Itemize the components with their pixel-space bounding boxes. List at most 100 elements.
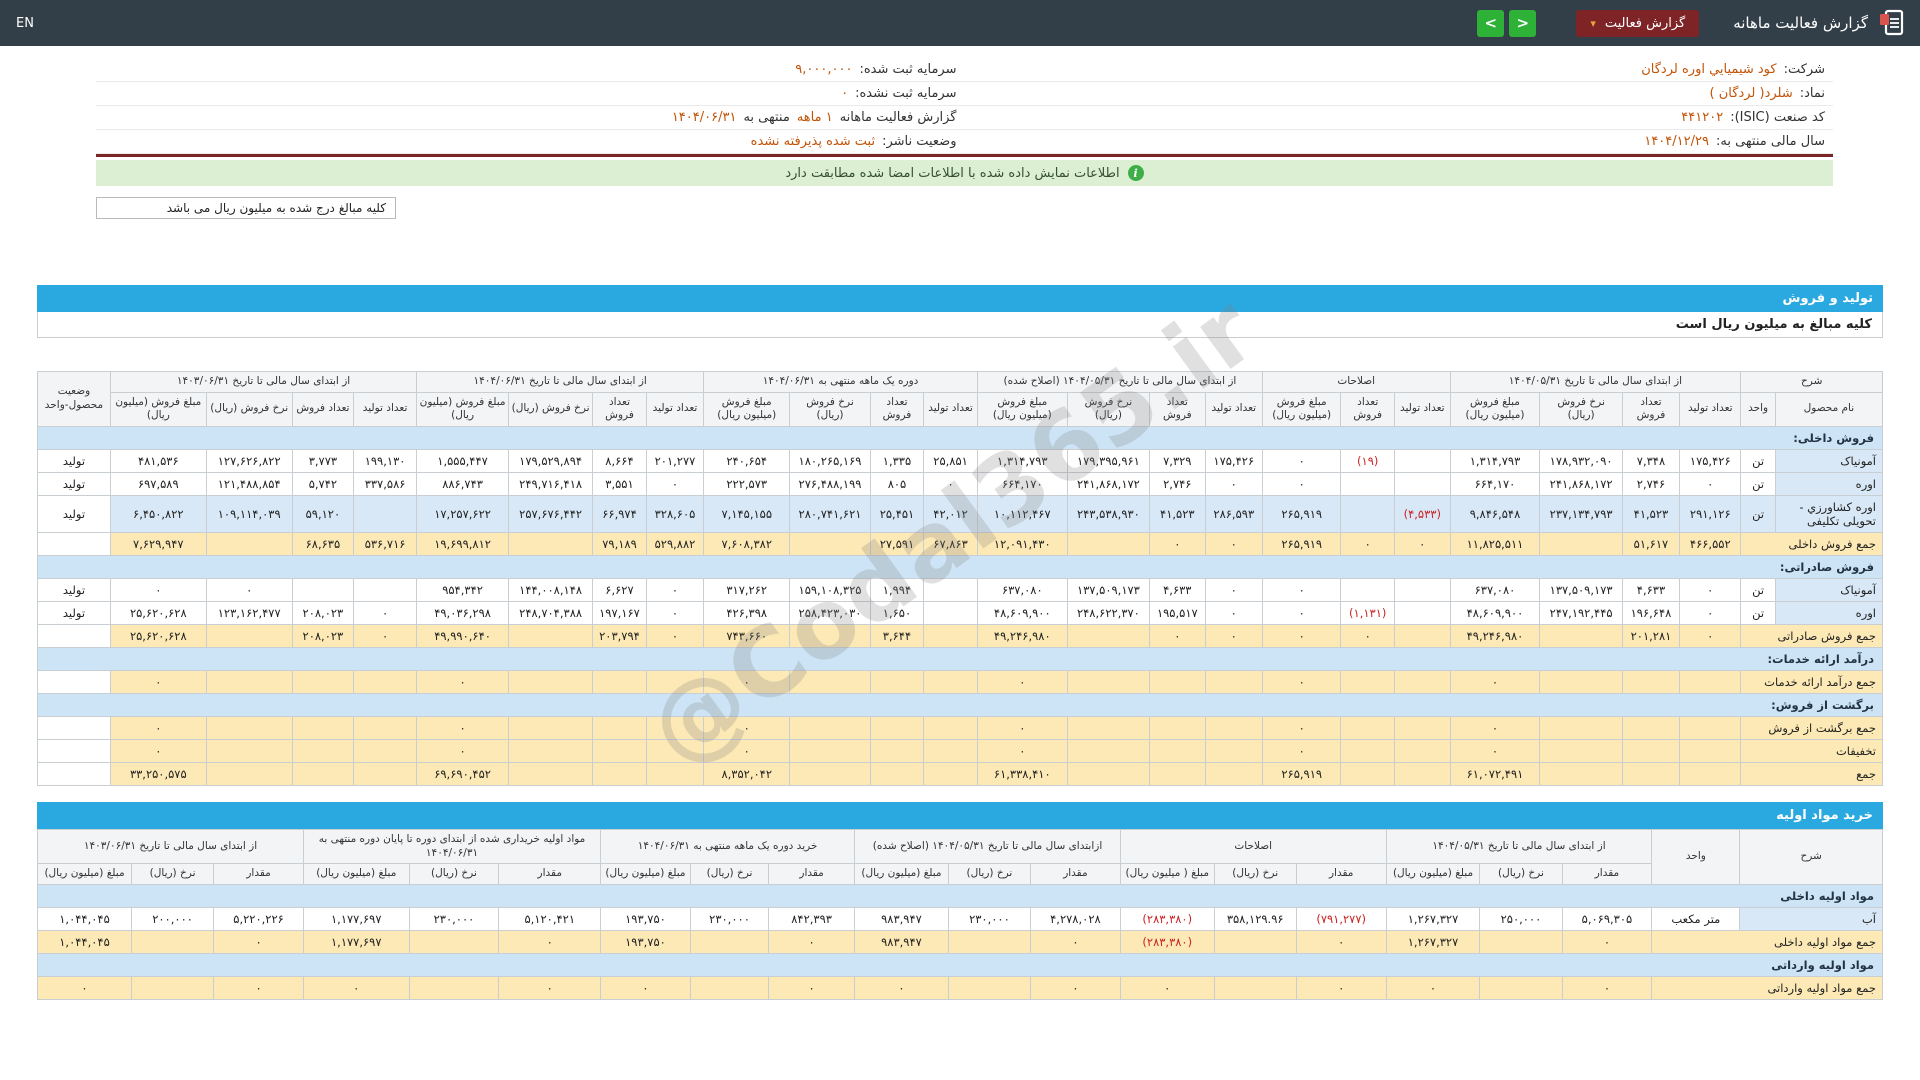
- value-cell: ۲۳۰,۰۰۰: [689, 906, 770, 931]
- value-cell: [291, 669, 355, 694]
- value-cell: ۲۴۰,۶۵۴: [703, 448, 791, 473]
- value-cell: ۱۸۰,۲۶۵,۱۶۹: [789, 448, 871, 473]
- value-cell: ۴۹,۲۴۶,۹۸۰: [1449, 623, 1541, 648]
- value-cell: [1204, 761, 1263, 786]
- unit-cell: تن: [1740, 448, 1776, 473]
- value-cell: ۱۴۴,۰۰۸,۱۴۸: [507, 577, 594, 602]
- report-type-button[interactable]: گزارش فعالیت ▾: [1576, 9, 1700, 37]
- total-row: جمع ۶۱,۰۷۲,۴۹۱ ۲۶۵,۹۱۹ ۶۱,۳۳۸,۴۱۰ ۸,۳۵۲,۰۴۲ ۶…: [37, 761, 1883, 786]
- field-value: ۴۴۱۲۰۲: [1681, 110, 1724, 125]
- value-cell: [645, 715, 705, 740]
- column-header: مبلغ فروش (میلیون ریال): [109, 391, 207, 427]
- product-name: اوره کشاورزي - تحویلی تکلیفی: [1774, 494, 1884, 533]
- field-label: سال مالی منتهی به:: [1715, 134, 1825, 149]
- value-cell: ۰: [352, 623, 418, 648]
- value-cell: ۹,۸۴۶,۵۴۸: [1449, 494, 1541, 533]
- status-cell: [37, 738, 111, 763]
- value-cell: ۲۴۱,۸۶۸,۱۷۲: [1539, 471, 1623, 496]
- row-label: جمع درآمد ارائه خدمات: [1740, 669, 1883, 694]
- value-cell: ۲۳۰,۰۰۰: [408, 906, 500, 931]
- value-cell: ۵۹,۱۲۰: [291, 494, 355, 533]
- data-row: آمونیاک تن ۱۷۵,۴۲۶ ۷,۳۴۸ ۱۷۸,۹۳۲,۰۹۰ ۱,۳۱۴,۷۹…: [37, 448, 1884, 473]
- value-cell: [645, 738, 705, 763]
- value-cell: ۴۹,۲۴۶,۹۸۰: [976, 623, 1068, 648]
- column-group-header: اصلاحات: [1119, 828, 1387, 865]
- column-header: تعداد تولید: [1204, 391, 1263, 427]
- value-cell: [1066, 531, 1151, 556]
- issuer-status-field: وضعیت ناشر: ثبت شده پذیرفته نشده: [96, 130, 965, 153]
- field-label: نماد:: [1799, 86, 1825, 101]
- info-row: کد صنعت (ISIC): ۴۴۱۲۰۲ گزارش فعالیت ماها…: [96, 106, 1833, 130]
- column-header: تعداد تولید: [645, 391, 705, 427]
- previous-report-button[interactable]: <: [1477, 9, 1505, 37]
- value-cell: [1479, 929, 1563, 954]
- value-cell: [507, 738, 594, 763]
- value-cell: [869, 738, 925, 763]
- value-cell: ۱۹۳,۷۵۰: [600, 906, 691, 931]
- value-cell: ۵۲۹,۸۸۲: [645, 531, 705, 556]
- value-cell: ۰: [1029, 975, 1121, 1000]
- value-cell: [352, 494, 418, 533]
- value-cell: [789, 738, 871, 763]
- language-toggle[interactable]: EN: [16, 16, 34, 31]
- total-row: جمع مواد اولیه داخلی ۰ ۱,۲۶۷,۳۲۷ ۰ (۲۸۳,۳۸۰)…: [36, 929, 1883, 954]
- info-divider: [96, 154, 1833, 157]
- value-cell: ۲۵۷,۶۷۶,۴۴۲: [507, 494, 594, 533]
- value-cell: ۶۶۴,۱۷۰: [1449, 471, 1541, 496]
- value-cell: [1213, 975, 1297, 1000]
- column-header: نرخ (ریال): [1213, 863, 1297, 885]
- unit-cell: تن: [1740, 600, 1776, 625]
- product-name: اوره: [1774, 471, 1884, 496]
- value-cell: ۰: [1295, 929, 1387, 954]
- value-cell: ۱,۹۹۴: [869, 577, 925, 602]
- company-info: شرکت: کود شیمیايي اوره لردگان سرمایه ثبت…: [96, 58, 1833, 157]
- field-value: ثبت شده پذیرفته نشده: [750, 134, 876, 149]
- value-cell: [205, 531, 293, 556]
- value-cell: ۳۲۸,۶۰۵: [645, 494, 705, 533]
- unit-cell: متر مکعب: [1651, 906, 1741, 931]
- symbol-field: نماد: شلرد( لردگان ): [965, 82, 1834, 105]
- column-group-header: دوره یک ماهه منتهی به ۱۴۰۴/۰۶/۳۱: [703, 371, 978, 393]
- status-cell: تولید: [37, 600, 111, 625]
- value-cell: ۰: [36, 975, 133, 1000]
- value-cell: ۷,۶۰۸,۳۸۲: [703, 531, 791, 556]
- value-cell: ۶۹۷,۵۸۹: [109, 471, 207, 496]
- value-cell: ۲۵۸,۴۲۳,۰۳۰: [789, 600, 871, 625]
- unregistered-capital-field: سرمایه ثبت نشده: ۰: [96, 82, 965, 105]
- column-header: مبلغ (میلیون ریال): [303, 863, 410, 885]
- value-cell: ۹۵۴,۳۴۲: [416, 577, 509, 602]
- status-cell: [37, 761, 111, 786]
- value-cell: [923, 577, 978, 602]
- value-cell: [789, 669, 871, 694]
- value-cell: ۰: [703, 669, 791, 694]
- column-header: واحد: [1651, 828, 1741, 885]
- value-cell: ۰: [205, 577, 293, 602]
- column-header: نرخ فروش (ریال): [205, 391, 293, 427]
- value-cell: [1066, 623, 1151, 648]
- column-header: مبلغ (میلیون ریال): [600, 863, 691, 885]
- value-cell: [1066, 761, 1151, 786]
- value-cell: ۲۰۱,۲۸۱: [1621, 623, 1681, 648]
- sales-note-text: کلیه مبالغ به میلیون ریال است: [1675, 317, 1872, 332]
- value-cell: ۱,۰۴۴,۰۴۵: [36, 929, 133, 954]
- value-cell: [1204, 738, 1263, 763]
- value-cell: ۰: [1204, 600, 1263, 625]
- info-icon: i: [1127, 165, 1144, 181]
- value-cell: ۲۳۰,۰۰۰: [947, 906, 1031, 931]
- column-header: نرخ فروش (ریال): [789, 391, 871, 427]
- value-cell: [507, 531, 594, 556]
- value-cell: ۳,۶۴۴: [869, 623, 925, 648]
- value-cell: [789, 715, 871, 740]
- next-report-button[interactable]: >: [1509, 9, 1537, 37]
- value-cell: ۱۷۸,۹۳۲,۰۹۰: [1539, 448, 1623, 473]
- column-header: مبلغ فروش (میلیون ریال): [976, 391, 1068, 427]
- value-cell: ۱,۶۵۰: [869, 600, 925, 625]
- unit-cell: تن: [1740, 471, 1776, 496]
- value-cell: ۵,۰۶۹,۳۰۵: [1561, 906, 1653, 931]
- value-cell: [592, 738, 647, 763]
- column-header: مبلغ فروش (میلیون ریال): [1261, 391, 1342, 427]
- value-cell: ۱۹۶,۶۴۸: [1621, 600, 1681, 625]
- value-cell: ۱۷۵,۴۲۶: [1204, 448, 1263, 473]
- value-cell: [205, 669, 293, 694]
- value-cell: ۲۳۷,۱۳۴,۷۹۳: [1539, 494, 1623, 533]
